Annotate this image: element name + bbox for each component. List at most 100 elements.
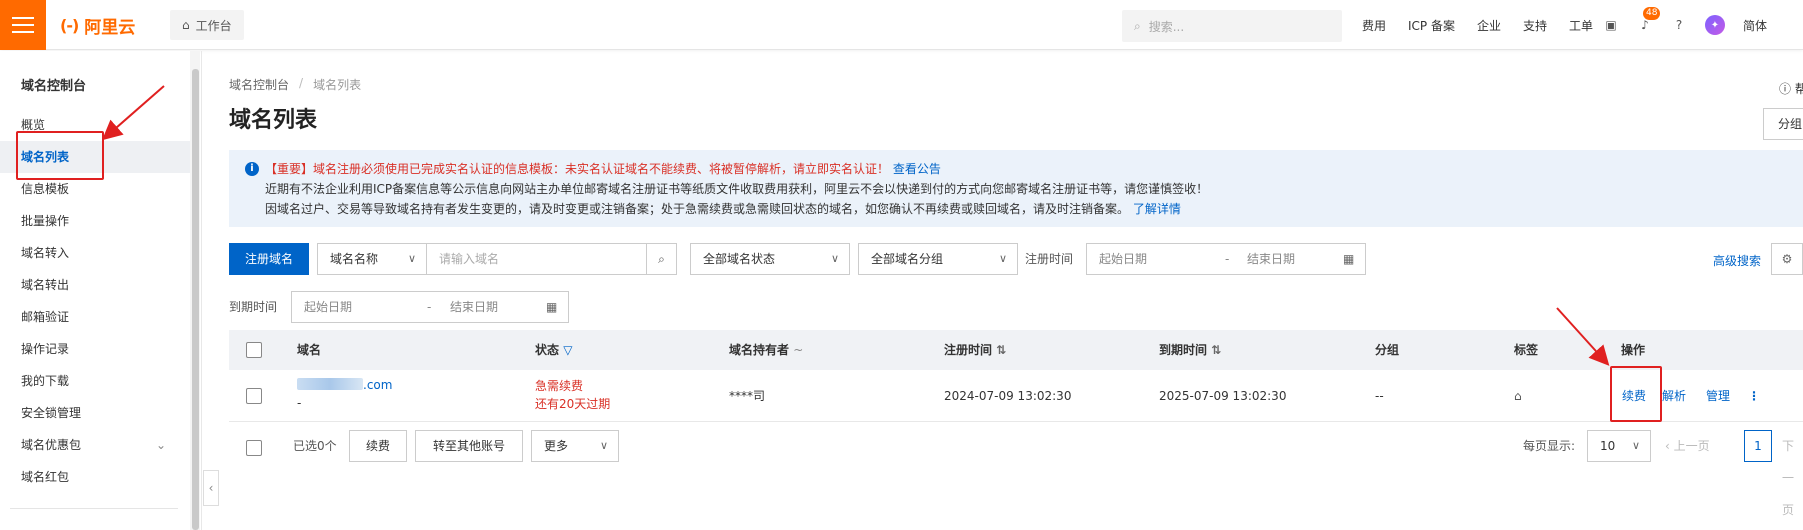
next-page-button[interactable]: 下一页 [1782, 430, 1803, 526]
notice-line-3: 因域名过户、交易等导致域名持有者发生变更的，请及时变更或注销备案；处于急需续费或… [265, 200, 1181, 218]
register-domain-button[interactable]: 注册域名 [229, 243, 309, 275]
exp-end-date[interactable]: 结束日期 [450, 292, 498, 322]
sidebar-item-operation-log[interactable]: 操作记录 [0, 333, 190, 365]
select-all-checkbox[interactable] [246, 342, 262, 358]
terminal-icon[interactable]: ▣ [1603, 17, 1619, 33]
prev-page-label: 上一页 [1673, 439, 1710, 453]
exp-time-range[interactable]: 起始日期 - 结束日期 ▦ [291, 291, 569, 323]
manage-link[interactable]: 管理 [1706, 370, 1730, 422]
notice-learn-more-link[interactable]: 了解详情 [1133, 202, 1181, 216]
footer-select-all-checkbox[interactable] [246, 440, 262, 456]
notice-announcement-link[interactable]: 查看公告 [893, 162, 941, 176]
aliyun-logo[interactable]: (-) 阿里云 [60, 14, 135, 38]
top-link-enterprise[interactable]: 企业 [1477, 17, 1501, 34]
top-link-icp[interactable]: ICP 备案 [1408, 17, 1455, 34]
search-icon[interactable]: ⌕ [646, 244, 676, 274]
col-holder-label: 域名持有者 [729, 343, 790, 357]
sidebar-item-email-verify[interactable]: 邮箱验证 [0, 301, 190, 333]
notice-line-2: 近期有不法企业利用ICP备案信息等公示信息向网站主办单位邮寄域名注册证书等纸质文… [265, 182, 1209, 196]
scrollbar-thumb[interactable] [192, 69, 199, 530]
status-days-left: 还有20天过期 [535, 397, 611, 411]
page-size-select[interactable]: 10 ∨ [1587, 430, 1651, 462]
collapse-sidebar-button[interactable]: ‹ [203, 470, 219, 506]
sidebar-item-security-lock[interactable]: 安全锁管理 [0, 397, 190, 429]
sidebar-scrollbar[interactable] [190, 51, 200, 530]
sidebar-item-batch[interactable]: 批量操作 [0, 205, 190, 237]
group-button[interactable]: 分组 [1763, 108, 1803, 140]
top-link-fees[interactable]: 费用 [1362, 17, 1386, 34]
col-reg-time[interactable]: 注册时间 ⇅ [944, 330, 1006, 370]
status-urgent-renew: 急需续费 [535, 379, 584, 393]
range-sep: - [1225, 252, 1230, 266]
current-page-button[interactable]: 1 [1744, 430, 1772, 462]
reg-end-date[interactable]: 结束日期 [1247, 244, 1295, 274]
group-value: -- [1375, 389, 1384, 403]
language-switch[interactable]: 简体 [1743, 17, 1767, 34]
transfer-account-button[interactable]: 转至其他账号 [415, 430, 523, 462]
tag-icon[interactable]: ⌂ [1514, 370, 1522, 422]
annotation-box-renew [1610, 366, 1662, 422]
col-status-label: 状态 [535, 343, 560, 357]
exp-start-date[interactable]: 起始日期 [304, 292, 352, 322]
reg-time-range[interactable]: 起始日期 - 结束日期 ▦ [1086, 243, 1366, 275]
domain-group-select[interactable]: 全部域名分组 ∨ [858, 243, 1018, 275]
filter-icon[interactable]: ▽ [563, 343, 572, 357]
table-footer: 已选0个 续费 转至其他账号 更多 ∨ 每页显示: 10 ∨ ‹ 上一页 1 下… [229, 422, 1803, 517]
selected-count: 已选0个 [293, 439, 337, 453]
exp-time: 2025-07-09 13:02:30 [1159, 389, 1287, 403]
search-placeholder: 搜索... [1148, 19, 1185, 34]
chevron-down-icon: ∨ [998, 252, 1007, 265]
sidebar-item-red-packet[interactable]: 域名红包 [0, 461, 190, 493]
advanced-search-link[interactable]: 高级搜索 [1713, 252, 1761, 269]
sidebar-item-transfer-in[interactable]: 域名转入 [0, 237, 190, 269]
sidebar-item-label: 域名优惠包 [21, 438, 82, 452]
help-icon[interactable]: ? [1671, 17, 1687, 33]
sort-icon[interactable]: ⇅ [1211, 343, 1221, 357]
page-size-label: 每页显示: [1523, 439, 1576, 453]
dns-resolve-link[interactable]: 解析 [1662, 370, 1686, 422]
sidebar-border [201, 51, 202, 530]
avatar[interactable]: ✦ [1705, 15, 1725, 35]
bell-icon[interactable]: ♪ 48 [1637, 7, 1661, 33]
notice-line-3-text: 因域名过户、交易等导致域名持有者发生变更的，请及时变更或注销备案；处于急需续费或… [265, 202, 1130, 216]
more-select[interactable]: 更多 ∨ [531, 430, 619, 462]
row-checkbox[interactable] [246, 388, 262, 404]
reg-start-date[interactable]: 起始日期 [1099, 244, 1147, 274]
chevron-down-icon: ∨ [599, 439, 608, 452]
domain-name-link[interactable]: .com [363, 378, 392, 392]
prev-page-button[interactable]: ‹ 上一页 [1665, 430, 1710, 462]
gear-icon[interactable]: ⚙ [1771, 243, 1803, 275]
reg-time: 2024-07-09 13:02:30 [944, 389, 1072, 403]
chevron-down-icon: ∨ [830, 252, 839, 265]
domain-search-input[interactable]: 请输入域名 ⌕ [426, 243, 677, 275]
menu-icon[interactable] [0, 0, 46, 50]
domain-name-select[interactable]: 域名名称 ∨ [317, 243, 427, 275]
global-search-input[interactable]: ⌕ 搜索... [1122, 10, 1342, 42]
sidebar-divider [10, 508, 178, 509]
col-status[interactable]: 状态 ▽ [535, 330, 572, 370]
col-exp-time[interactable]: 到期时间 ⇅ [1159, 330, 1221, 370]
sidebar-item-transfer-out[interactable]: 域名转出 [0, 269, 190, 301]
calendar-icon: ▦ [546, 300, 558, 314]
batch-renew-button[interactable]: 续费 [349, 430, 407, 462]
workbench-button[interactable]: ⌂ 工作台 [170, 10, 244, 40]
search-icon: ⌕ [1134, 18, 1141, 33]
sidebar-item-discount-pack[interactable]: 域名优惠包 ⌄ [0, 429, 190, 461]
help-link[interactable]: ⓘ 帮 [1779, 80, 1803, 97]
sidebar-title: 域名控制台 [21, 79, 87, 94]
domain-search-placeholder: 请输入域名 [439, 252, 500, 266]
sort-icon[interactable]: ⇅ [996, 343, 1006, 357]
col-exp-time-label: 到期时间 [1159, 343, 1208, 357]
top-link-ticket[interactable]: 工单 [1569, 17, 1593, 34]
more-actions-icon[interactable]: ⋮ [1748, 370, 1760, 422]
page-size-value: 10 [1600, 439, 1616, 453]
chevron-left-icon: ‹ [208, 481, 214, 495]
breadcrumb-console[interactable]: 域名控制台 [229, 76, 289, 93]
domain-status-select[interactable]: 全部域名状态 ∨ [690, 243, 850, 275]
sidebar-item-downloads[interactable]: 我的下载 [0, 365, 190, 397]
col-reg-time-label: 注册时间 [944, 343, 993, 357]
tilde-icon: ~ [793, 343, 804, 357]
table-header: 域名 状态 ▽ 域名持有者 ~ 注册时间 ⇅ 到期时间 ⇅ 分组 标签 操作 [229, 330, 1803, 370]
top-link-support[interactable]: 支持 [1523, 17, 1547, 34]
col-group: 分组 [1375, 343, 1400, 357]
